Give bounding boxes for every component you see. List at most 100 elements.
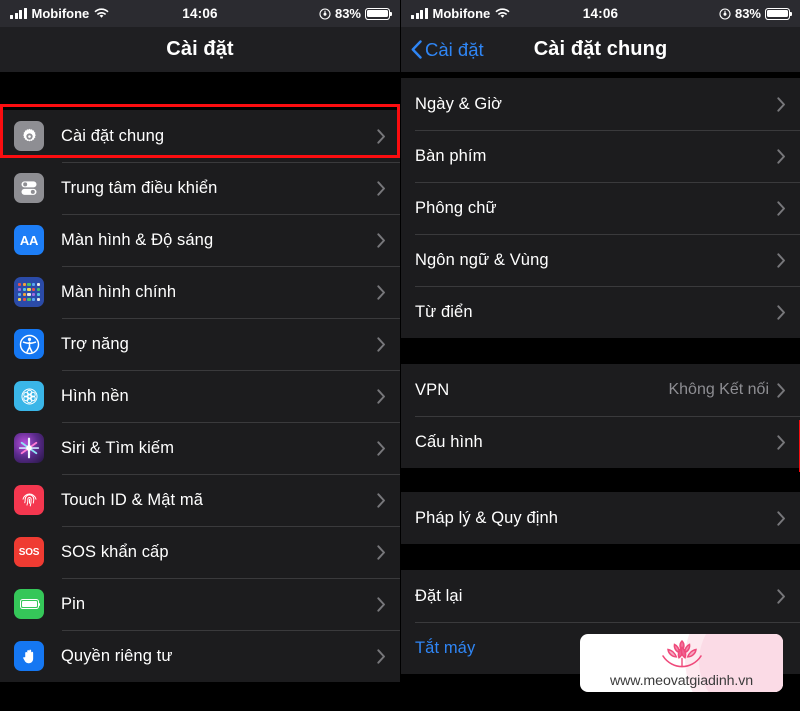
list-item[interactable]: Pin: [0, 578, 400, 630]
list-item[interactable]: Touch ID & Mật mã: [0, 474, 400, 526]
list-item[interactable]: Phông chữ: [401, 182, 800, 234]
list-item-label: Từ điển: [415, 302, 473, 321]
list-item-label: Màn hình & Độ sáng: [61, 230, 214, 249]
row-separator: [415, 234, 800, 235]
chevron-right-icon: [377, 232, 386, 248]
chevron-left-icon: [411, 40, 422, 59]
gear-glyph: [22, 128, 36, 141]
wifi-icon: [495, 8, 510, 19]
left-nav-bar: Cài đặt: [0, 27, 400, 72]
right-phone-panel: Mobifone 14:06 83% Cài đặt Cài đặt chung…: [400, 0, 800, 711]
carrier-label: Mobifone: [31, 6, 90, 21]
list-item-label: VPN: [415, 380, 450, 399]
battery-icon: [365, 7, 393, 20]
right-nav-bar: Cài đặt Cài đặt chung: [401, 27, 800, 72]
list-item[interactable]: Ngày & Giờ: [401, 78, 800, 130]
row-separator: [62, 474, 400, 475]
list-item[interactable]: Quyền riêng tư: [0, 630, 400, 682]
sos-glyph: SOS: [18, 546, 40, 558]
battery-icon: [14, 589, 44, 619]
general-settings-list: Ngày & Giờ Bàn phím Phông chữ Ngôn ngữ & Vù…: [401, 78, 800, 674]
list-item[interactable]: Cài đặt chung: [0, 110, 400, 162]
list-section: Ngày & Giờ Bàn phím Phông chữ Ngôn ngữ & Vù…: [401, 78, 800, 338]
list-item[interactable]: Trợ năng: [0, 318, 400, 370]
list-item-label: Cài đặt chung: [61, 126, 165, 145]
list-item-label: Ngày & Giờ: [415, 94, 503, 113]
row-separator: [62, 526, 400, 527]
list-item[interactable]: AA Màn hình & Độ sáng: [0, 214, 400, 266]
chevron-right-icon: [777, 252, 786, 268]
gear-icon: [14, 121, 44, 151]
control-center-glyph: [21, 181, 37, 195]
list-item[interactable]: Siri & Tìm kiếm: [0, 422, 400, 474]
display-brightness-icon: AA: [14, 225, 44, 255]
list-item[interactable]: SOS SOS khẩn cấp: [0, 526, 400, 578]
watermark-badge: www.meovatgiadinh.vn: [580, 634, 783, 692]
privacy-hand-icon: [14, 641, 44, 671]
rotation-lock-icon: [319, 7, 331, 20]
chevron-right-icon: [377, 440, 386, 456]
carrier-label: Mobifone: [432, 6, 491, 21]
section-gap: [401, 338, 800, 364]
list-item[interactable]: VPN Không Kết nối: [401, 364, 800, 416]
list-item[interactable]: Từ điển: [401, 286, 800, 338]
siri-icon: [14, 433, 44, 463]
section-gap: [401, 544, 800, 570]
status-bar-left-group: Mobifone: [411, 6, 510, 21]
row-separator: [415, 182, 800, 183]
list-item-label: Cấu hình: [415, 432, 483, 451]
list-item[interactable]: Bàn phím: [401, 130, 800, 182]
page-title: Cài đặt: [166, 38, 234, 60]
list-item-label: Bàn phím: [415, 146, 487, 165]
dual-phone-screenshot: Mobifone 14:06 83% Cài đặt Cài đặt chung…: [0, 0, 800, 711]
accessibility-icon: [14, 329, 44, 359]
row-separator: [62, 266, 400, 267]
chevron-right-icon: [777, 304, 786, 320]
wifi-icon: [94, 8, 109, 19]
back-button[interactable]: Cài đặt: [411, 27, 484, 72]
wallpaper-glyph: [20, 387, 38, 405]
list-item[interactable]: Hình nền: [0, 370, 400, 422]
list-item-label: Ngôn ngữ & Vùng: [415, 250, 549, 269]
list-item[interactable]: Cấu hình: [401, 416, 800, 468]
left-settings-list: Cài đặt chung Trung tâm điều khiển AA Màn h…: [0, 110, 400, 682]
chevron-right-icon: [777, 148, 786, 164]
list-item[interactable]: Màn hình chính: [0, 266, 400, 318]
accessibility-glyph: [19, 334, 39, 354]
chevron-right-icon: [777, 96, 786, 112]
row-separator: [62, 422, 400, 423]
list-item-label: Touch ID & Mật mã: [61, 490, 203, 509]
wallpaper-icon: [14, 381, 44, 411]
chevron-right-icon: [377, 596, 386, 612]
list-section: Pháp lý & Quy định: [401, 492, 800, 544]
right-status-bar: Mobifone 14:06 83%: [401, 0, 800, 27]
chevron-right-icon: [377, 180, 386, 196]
left-status-bar: Mobifone 14:06 83%: [0, 0, 400, 27]
chevron-right-icon: [377, 544, 386, 560]
list-item[interactable]: Trung tâm điều khiển: [0, 162, 400, 214]
aa-glyph: AA: [19, 232, 39, 248]
list-item[interactable]: Pháp lý & Quy định: [401, 492, 800, 544]
signal-bars-icon: [10, 8, 27, 19]
watermark-url: www.meovatgiadinh.vn: [609, 673, 754, 689]
left-list-top-gap: [0, 72, 400, 110]
row-separator: [62, 578, 400, 579]
list-item-label: Siri & Tìm kiếm: [61, 438, 175, 457]
sos-icon: SOS: [14, 537, 44, 567]
list-item-label: Quyền riêng tư: [61, 646, 173, 665]
row-separator: [415, 130, 800, 131]
hand-glyph: [22, 649, 33, 663]
signal-bars-icon: [411, 8, 428, 19]
row-separator: [62, 630, 400, 631]
home-grid-glyph: [18, 283, 40, 301]
list-item[interactable]: Ngôn ngữ & Vùng: [401, 234, 800, 286]
list-item[interactable]: Đặt lại: [401, 570, 800, 622]
chevron-right-icon: [377, 388, 386, 404]
control-center-icon: [14, 173, 44, 203]
chevron-right-icon: [377, 128, 386, 144]
list-item-label: Pháp lý & Quy định: [415, 508, 559, 527]
list-item-label: Đặt lại: [415, 586, 463, 605]
chevron-right-icon: [777, 588, 786, 604]
list-item-label: Phông chữ: [415, 198, 497, 217]
home-screen-icon: [14, 277, 44, 307]
